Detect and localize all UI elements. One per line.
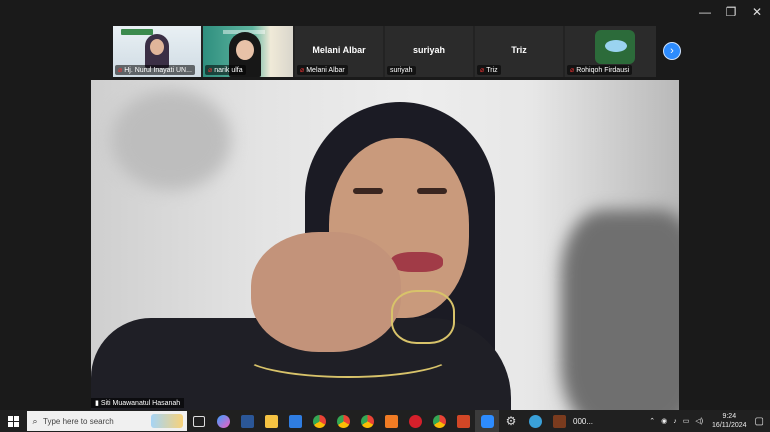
windows-icon — [7, 415, 19, 427]
app-icon[interactable] — [547, 410, 571, 432]
mic-muted-icon: ⌀ — [300, 67, 305, 74]
participant-title: Triz — [511, 45, 527, 55]
settings-icon[interactable]: ⚙ — [499, 410, 523, 432]
mic-muted-icon: ⌀ — [570, 67, 575, 74]
minimize-button[interactable]: — — [692, 0, 718, 24]
search-icon: ⌕ — [32, 415, 38, 426]
taskbar: ⌕ Type here to search ⚙ 000... ⌃ ◉ ♪ ▭ ◁… — [0, 410, 770, 432]
participant-tile[interactable]: suriyah suriyah — [385, 26, 473, 77]
opera-icon[interactable] — [403, 410, 427, 432]
participant-tile[interactable]: ⌀ Rohiqoh Firdausi — [565, 26, 656, 77]
close-button[interactable]: ✕ — [744, 0, 770, 24]
participant-name: ⌀ Melani Albar — [297, 65, 348, 75]
microphone-icon[interactable]: ♪ — [673, 418, 677, 425]
participant-strip: ⌀ Hj. Nurul Inayati UN... ⌀ narik ulfa Mel… — [113, 26, 656, 77]
system-tray: ⌃ ◉ ♪ ▭ ◁) 9:24 16/11/2024 ▢ — [646, 410, 770, 432]
help-icon[interactable] — [523, 410, 547, 432]
participant-name: ⌀ Triz — [477, 65, 501, 75]
taskbar-search[interactable]: ⌕ Type here to search — [27, 411, 187, 431]
search-highlight-icon — [151, 414, 183, 428]
volume-icon[interactable]: ◁) — [695, 417, 703, 425]
files-icon[interactable] — [379, 410, 403, 432]
file-explorer-icon[interactable] — [259, 410, 283, 432]
participant-name: ⌀ Hj. Nurul Inayati UN... — [115, 65, 195, 75]
zoom-icon[interactable] — [475, 410, 499, 432]
word-icon[interactable] — [235, 410, 259, 432]
active-speaker-video — [91, 80, 679, 410]
participant-tile[interactable]: ⌀ Hj. Nurul Inayati UN... — [113, 26, 201, 77]
participant-title: suriyah — [412, 45, 445, 55]
notification-icon[interactable]: ▢ — [755, 416, 764, 427]
camera-icon[interactable]: ◉ — [661, 417, 667, 425]
window-controls: — ❐ ✕ — [692, 0, 770, 24]
powerpoint-icon[interactable] — [451, 410, 475, 432]
participant-tile[interactable]: ⌀ narik ulfa — [203, 26, 293, 77]
zoom-meeting-label[interactable]: 000... — [573, 417, 593, 426]
participant-name: suriyah — [387, 66, 416, 75]
copilot-icon[interactable] — [211, 410, 235, 432]
participant-name: ⌀ narik ulfa — [205, 65, 246, 75]
participant-tile[interactable]: Melani Albar ⌀ Melani Albar — [295, 26, 383, 77]
next-page-button[interactable]: › — [663, 42, 681, 60]
signal-icon: ▮ — [95, 400, 99, 407]
mic-muted-icon: ⌀ — [208, 67, 213, 74]
mic-muted-icon: ⌀ — [118, 67, 123, 74]
mic-muted-icon: ⌀ — [480, 67, 485, 74]
chrome-icon[interactable] — [427, 410, 451, 432]
task-view-icon[interactable] — [187, 410, 211, 432]
start-button[interactable] — [0, 410, 26, 432]
restore-button[interactable]: ❐ — [718, 0, 744, 24]
participant-tile[interactable]: Triz ⌀ Triz — [475, 26, 563, 77]
battery-icon[interactable]: ▭ — [683, 417, 690, 425]
store-icon[interactable] — [283, 410, 307, 432]
participant-name: ⌀ Rohiqoh Firdausi — [567, 65, 633, 75]
participant-title: Melani Albar — [312, 45, 366, 55]
chrome-icon[interactable] — [355, 410, 379, 432]
chrome-icon[interactable] — [307, 410, 331, 432]
clock[interactable]: 9:24 16/11/2024 — [712, 412, 747, 430]
active-speaker-label: ▮ Siti Muawanatul Hasanah — [91, 398, 185, 408]
chevron-up-icon[interactable]: ⌃ — [649, 417, 655, 425]
chrome-icon[interactable] — [331, 410, 355, 432]
